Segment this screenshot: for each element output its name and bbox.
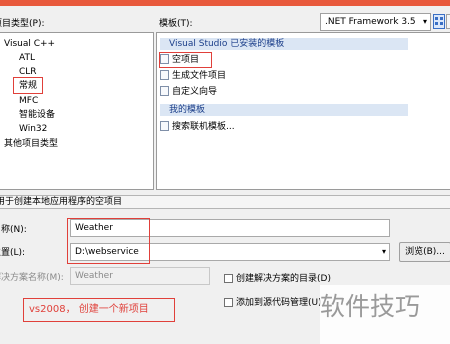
chevron-down-icon: ▾ bbox=[381, 247, 386, 256]
template-item-custom-wizard[interactable]: 自定义向导 bbox=[160, 85, 217, 99]
annotation-box: vs2008， 创建一个新项目 bbox=[23, 298, 175, 322]
highlight-box bbox=[159, 52, 212, 68]
description-bar: 用于创建本地应用程序的空项目 bbox=[0, 195, 450, 209]
templates-list[interactable]: Visual Studio 已安装的模板 空项目 生成文件项目 自定义向导 我的… bbox=[156, 32, 450, 190]
title-bar-accent bbox=[0, 0, 450, 6]
tree-item-other-types[interactable]: 其他项目类型 bbox=[4, 138, 58, 150]
search-online-icon bbox=[160, 121, 169, 131]
tree-item-atl[interactable]: ATL bbox=[19, 52, 35, 64]
template-item-makefile-project[interactable]: 生成文件项目 bbox=[160, 69, 226, 83]
create-directory-label: 创建解决方案的目录(D) bbox=[236, 274, 331, 284]
framework-select[interactable]: .NET Framework 3.5 ▾ bbox=[320, 13, 431, 31]
templates-group-installed: Visual Studio 已安装的模板 bbox=[160, 38, 408, 50]
templates-label: 模板(T): bbox=[159, 19, 193, 29]
template-item-label: 生成文件项目 bbox=[172, 71, 227, 81]
tree-item-smart-device[interactable]: 智能设备 bbox=[19, 109, 55, 121]
highlight-box bbox=[13, 77, 43, 94]
name-label: 名称(N): bbox=[0, 225, 27, 235]
highlight-box bbox=[67, 218, 150, 264]
framework-select-value: .NET Framework 3.5 bbox=[325, 17, 416, 27]
chevron-down-icon: ▾ bbox=[422, 17, 427, 26]
solution-name-label: 解决方案名称(M): bbox=[0, 273, 64, 283]
template-item-search-online[interactable]: 搜索联机模板... bbox=[160, 120, 235, 134]
add-source-control-label: 添加到源代码管理(U) bbox=[236, 298, 322, 308]
annotation-text: vs2008， 创建一个新项目 bbox=[29, 304, 149, 315]
wizard-icon bbox=[160, 86, 169, 96]
solution-name-input[interactable]: Weather bbox=[70, 267, 210, 285]
description-text: 用于创建本地应用程序的空项目 bbox=[0, 197, 123, 207]
project-types-label: 项目类型(P): bbox=[0, 19, 45, 29]
template-item-label: 搜索联机模板... bbox=[172, 122, 235, 132]
create-directory-checkbox[interactable] bbox=[224, 274, 233, 283]
template-item-label: 自定义向导 bbox=[172, 87, 218, 97]
project-icon bbox=[160, 70, 169, 80]
tree-item-win32[interactable]: Win32 bbox=[19, 123, 47, 135]
tree-item-visual-cpp[interactable]: Visual C++ bbox=[4, 38, 55, 50]
project-types-tree[interactable]: Visual C++ ATL CLR 常规 MFC 智能设备 Win32 其他项… bbox=[0, 32, 154, 190]
browse-button[interactable]: 浏览(B)... bbox=[399, 242, 450, 262]
location-label: 位置(L): bbox=[0, 248, 26, 258]
add-source-control-checkbox[interactable] bbox=[224, 298, 233, 307]
small-icons-view-icon[interactable] bbox=[446, 14, 450, 29]
large-icons-view-icon[interactable] bbox=[433, 14, 445, 29]
templates-group-mine: 我的模板 bbox=[160, 104, 408, 116]
watermark-text: 软件技巧 bbox=[320, 292, 421, 321]
tree-item-mfc[interactable]: MFC bbox=[19, 95, 38, 107]
